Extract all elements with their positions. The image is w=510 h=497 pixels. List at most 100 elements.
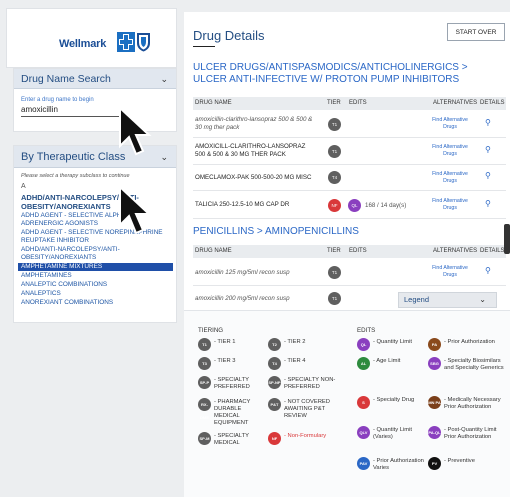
- legend-label: - Specialty Drug: [373, 397, 415, 403]
- legend-edit-item: SBG - Specialty Biosimilars and Specialt…: [428, 357, 506, 372]
- tier-badge: SP-M: [198, 432, 211, 445]
- legend-label: - Age Limit: [373, 358, 401, 364]
- drug-name-search-header[interactable]: Drug Name Search ⌄: [14, 69, 176, 89]
- legend-label: - TIER 4: [284, 358, 306, 364]
- col-details: DETAILS: [480, 100, 505, 106]
- tier-badge-nf: NF: [268, 432, 281, 445]
- find-alternative-link[interactable]: Find Alternative Drugs: [431, 171, 469, 185]
- drug-name: amoxicillin-clarithro-lansopraz 500 & 50…: [195, 116, 313, 131]
- drug-name: amoxicillin 125 mg/5ml recon susp: [195, 269, 290, 276]
- page-title: Drug Details: [193, 28, 265, 43]
- legend-tier-item: T1 - TIER 1: [198, 338, 235, 351]
- search-icon[interactable]: ⚲: [485, 145, 491, 154]
- legend-tier-item: T2 - TIER 2: [268, 338, 305, 351]
- tier-badge-nf: NF: [328, 199, 341, 212]
- subclass-hint: Please select a therapy subclass to cont…: [21, 173, 130, 179]
- edit-badge: MN PA: [428, 396, 441, 409]
- search-icon[interactable]: ⚲: [485, 199, 491, 208]
- start-over-button[interactable]: START OVER: [447, 23, 505, 41]
- search-icon[interactable]: ⚲: [485, 171, 491, 180]
- drug-name: amoxicillin 200 mg/5ml recon susp: [195, 295, 290, 302]
- tier-badge: T1: [198, 338, 211, 351]
- legend-edit-item: QLV - Quantity Limit (Varies): [357, 426, 425, 441]
- class-item[interactable]: ADHD/ANTI-NARCOLEPSY/ANTI-OBESITY/ANOREX…: [18, 246, 173, 262]
- legend-label: - Medically Necessary Prior Authorizatio…: [444, 397, 501, 410]
- edit-badge: SBG: [428, 357, 441, 370]
- logo-box: Wellmark: [6, 8, 177, 68]
- legend-label: - SPECIALTY MEDICAL: [214, 433, 249, 446]
- table-row: OMECLAMOX-PAK 500-500-20 MG MISC T4 Find…: [193, 165, 506, 191]
- legend-edit-item: PV - Preventive: [428, 457, 475, 470]
- legend-edit-item: PA - Prior Authorization: [428, 338, 506, 351]
- search-icon[interactable]: ⚲: [485, 266, 491, 275]
- class-item[interactable]: AMPHETAMINES: [18, 272, 173, 280]
- app-root: Wellmark Drug Name Search ⌄ Enter a drug…: [0, 0, 510, 497]
- edits-title: EDITS: [357, 327, 376, 334]
- class-item-selected[interactable]: AMPHETAMINE MIXTURES: [18, 263, 173, 271]
- col-alternatives: ALTERNATIVES: [433, 100, 478, 106]
- legend-label: - TIER 2: [284, 339, 306, 345]
- chevron-down-icon[interactable]: ⌄: [160, 69, 168, 89]
- edit-badge: PA-QL: [428, 426, 441, 439]
- blue-cross-blue-shield-icon: [117, 32, 150, 52]
- quantity-limit-badge: QL: [348, 199, 361, 212]
- class-item[interactable]: ANOREXIANT COMBINATIONS: [18, 299, 173, 307]
- legend-edit-item: PAV - Prior Authorization Varies: [357, 457, 425, 472]
- therapeutic-class-panel: By Therapeutic Class ⌄ Please select a t…: [13, 145, 177, 323]
- brand-name: Wellmark: [59, 38, 107, 50]
- legend-label: - Preventive: [444, 458, 475, 464]
- drug-details-panel: Drug Details START OVER ULCER DRUGS/ANTI…: [184, 12, 510, 497]
- drug-name-search-panel: Drug Name Search ⌄ Enter a drug name to …: [13, 68, 177, 132]
- edit-badge: QL: [357, 338, 370, 351]
- col-drug-name: DRUG NAME: [195, 100, 232, 106]
- legend-tier-item: NF - Non-Formulary: [268, 432, 348, 445]
- legend-panel: TIERING EDITS T1 - TIER 1 T2 - TIER 2 T3…: [184, 310, 510, 497]
- find-alternative-link[interactable]: Find Alternative Drugs: [431, 265, 469, 279]
- legend-label: - Prior Authorization: [444, 339, 495, 345]
- scrollbar-thumb[interactable]: [504, 224, 510, 254]
- alphabet-letter: A: [21, 183, 26, 190]
- chevron-down-icon[interactable]: ⌄: [160, 146, 168, 168]
- table-row: amoxicillin 125 mg/5ml recon susp T1 Fin…: [193, 259, 506, 286]
- legend-edit-item: AL - Age Limit: [357, 357, 400, 370]
- class-item[interactable]: ANALEPTIC COMBINATIONS: [18, 281, 173, 289]
- legend-tier-item: T4 - TIER 4: [268, 357, 305, 370]
- chevron-down-icon[interactable]: ⌄: [479, 293, 486, 307]
- tier-badge: T1: [328, 118, 341, 131]
- legend-label: - TIER 1: [214, 339, 236, 345]
- legend-label: - Non-Formulary: [284, 433, 327, 439]
- legend-edit-item: MN PA - Medically Necessary Prior Author…: [428, 396, 506, 411]
- table-header: DRUG NAME TIER EDITS ALTERNATIVES DETAIL…: [193, 245, 506, 258]
- tier-badge: P&T: [268, 398, 281, 411]
- class-item[interactable]: ANALEPTICS: [18, 290, 173, 298]
- section-title: ULCER DRUGS/ANTISPASMODICS/ANTICHOLINERG…: [193, 62, 468, 85]
- tier-badge: SP-P: [198, 376, 211, 389]
- legend-label: - Post-Quantity Limit Prior Authorizatio…: [444, 427, 497, 440]
- edit-badge: PV: [428, 457, 441, 470]
- therapeutic-class-title: By Therapeutic Class: [21, 151, 126, 163]
- drug-search-input[interactable]: [21, 103, 119, 117]
- edit-badge: S: [357, 396, 370, 409]
- title-underline: [193, 46, 215, 47]
- legend-dropdown[interactable]: Legend ⌄: [398, 292, 497, 308]
- col-drug-name: DRUG NAME: [195, 248, 232, 254]
- legend-tier-item: T3 - TIER 3: [198, 357, 235, 370]
- legend-edit-item: QL - Quantity Limit: [357, 338, 412, 351]
- therapeutic-class-header[interactable]: By Therapeutic Class ⌄: [14, 146, 176, 168]
- class-item[interactable]: ADHD/ANTI-NARCOLEPSY/ANTI-OBESITY/ANOREX…: [18, 193, 173, 211]
- find-alternative-link[interactable]: Find Alternative Drugs: [431, 117, 469, 131]
- search-icon[interactable]: ⚲: [485, 118, 491, 127]
- find-alternative-link[interactable]: Find Alternative Drugs: [431, 144, 469, 158]
- class-item[interactable]: ADHD AGENT - SELECTIVE ALPHA-2 ADRENERGI…: [18, 212, 173, 228]
- tier-badge: T1: [328, 145, 341, 158]
- class-item[interactable]: ADHD AGENT - SELECTIVE NOREPINEPHRINE RE…: [18, 229, 173, 245]
- legend-label: - PHARMACY DURABLE MEDICAL EQUIPMENT: [214, 399, 251, 426]
- tier-badge: T1: [328, 266, 341, 279]
- therapeutic-class-list: ADHD/ANTI-NARCOLEPSY/ANTI-OBESITY/ANOREX…: [18, 193, 173, 307]
- tier-badge: T4: [328, 171, 341, 184]
- find-alternative-link[interactable]: Find Alternative Drugs: [431, 198, 469, 212]
- table-header: DRUG NAME TIER EDITS ALTERNATIVES DETAIL…: [193, 97, 506, 110]
- tier-badge: T2: [268, 338, 281, 351]
- col-tier: TIER: [327, 100, 341, 106]
- tier-badge: T3: [198, 357, 211, 370]
